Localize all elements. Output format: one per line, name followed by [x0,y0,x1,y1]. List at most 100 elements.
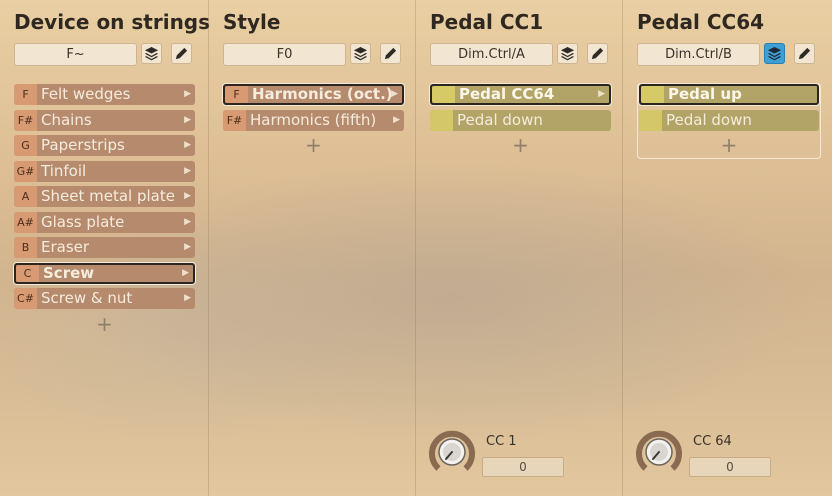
key-label: F [225,86,248,103]
layers-icon [767,46,782,61]
arrow-right-icon: ▶ [182,267,189,278]
item-label: Harmonics (fifth) [250,110,377,129]
layers-button[interactable] [350,43,371,64]
column-style: Style F0 F Harmonics (oct.) ▶ F# Harmoni… [208,0,415,496]
key-label: C# [14,288,37,309]
column-pedal-cc64: Pedal CC64 Dim.Ctrl/B Pedal up Pedal dow… [622,0,829,496]
item-label: Screw & nut [41,289,133,307]
item-label: Pedal up [668,85,742,103]
list-item-selected[interactable]: F Harmonics (oct.) ▶ [223,84,404,105]
cc-label: CC 64 [693,434,732,449]
cc-knob-control: CC 64 0 [635,428,825,478]
selector-field[interactable]: F~ [14,43,137,66]
list-item[interactable]: F# Harmonics (fifth) ▶ [223,109,404,131]
pencil-icon [591,47,604,60]
knob[interactable] [428,428,476,476]
arrow-right-icon: ▶ [184,293,191,303]
articulation-list: F Felt wedges ▶ F# Chains ▶ G Paperstrip… [14,84,195,336]
list-item[interactable]: A# Glass plate ▶ [14,211,195,233]
knob[interactable] [635,428,683,476]
item-label: Pedal CC64 [459,85,555,103]
layers-icon [353,46,368,61]
edit-button[interactable] [171,43,192,64]
selector-field[interactable]: Dim.Ctrl/B [637,43,760,66]
arrow-right-icon: ▶ [184,216,191,227]
add-item-button[interactable]: + [223,135,404,157]
list-item[interactable]: B Eraser ▶ [14,237,195,258]
key-label: A# [14,211,37,233]
key-label: F [14,84,37,105]
item-label: Harmonics (oct.) [252,85,393,103]
list-item[interactable]: Pedal down [430,109,611,131]
column-title: Style [223,10,281,34]
key-label [432,86,455,103]
pencil-icon [384,47,397,60]
item-label: Pedal down [457,110,543,129]
key-label: B [14,237,37,258]
cc-label: CC 1 [486,434,517,449]
item-label: Glass plate [41,212,125,231]
list-item-selected[interactable]: Pedal CC64 ▶ [430,84,611,105]
arrow-right-icon: ▶ [184,165,191,176]
column-pedal-cc1: Pedal CC1 Dim.Ctrl/A Pedal CC64 ▶ Pedal … [415,0,622,496]
articulation-list: Pedal CC64 ▶ Pedal down + [430,84,611,157]
key-label [639,109,662,131]
item-label: Eraser [41,238,90,256]
arrow-right-icon: ▶ [393,114,400,125]
list-item-selected[interactable]: C Screw ▶ [14,262,195,284]
layers-button-active[interactable] [764,43,785,64]
column-title: Pedal CC64 [637,10,765,34]
list-item[interactable]: G# Tinfoil ▶ [14,160,195,182]
add-item-button[interactable]: + [639,135,819,157]
item-label: Sheet metal plate [41,187,175,205]
key-label [430,109,453,131]
layers-icon [144,46,159,61]
key-label: G [14,135,37,156]
list-item[interactable]: C# Screw & nut ▶ [14,288,195,309]
item-label: Felt wedges [41,85,131,103]
arrow-right-icon: ▶ [184,242,191,252]
edit-button[interactable] [587,43,608,64]
list-item[interactable]: A Sheet metal plate ▶ [14,186,195,207]
arrow-right-icon: ▶ [184,191,191,201]
key-label: F# [14,109,37,131]
item-label: Chains [41,110,92,129]
key-label: F# [223,109,246,131]
pencil-icon [798,47,811,60]
item-label: Tinfoil [41,161,87,180]
list-item[interactable]: F Felt wedges ▶ [14,84,195,105]
layers-button[interactable] [141,43,162,64]
articulation-group: Pedal up Pedal down + [637,83,821,159]
item-label: Pedal down [666,110,752,129]
arrow-right-icon: ▶ [184,140,191,150]
list-item[interactable]: F# Chains ▶ [14,109,195,131]
add-item-button[interactable]: + [14,314,195,336]
cc-knob-control: CC 1 0 [428,428,618,478]
cc-value-field[interactable]: 0 [689,457,771,477]
arrow-right-icon: ▶ [184,89,191,99]
arrow-right-icon: ▶ [184,114,191,125]
column-device-on-strings: Device on strings F~ F Felt wedges ▶ F# … [0,0,210,496]
layers-button[interactable] [557,43,578,64]
add-item-button[interactable]: + [430,135,611,157]
column-title: Pedal CC1 [430,10,544,34]
key-label: G# [14,160,37,182]
list-item[interactable]: G Paperstrips ▶ [14,135,195,156]
cc-value-field[interactable]: 0 [482,457,564,477]
edit-button[interactable] [794,43,815,64]
layers-icon [560,46,575,61]
selector-field[interactable]: Dim.Ctrl/A [430,43,553,66]
arrow-right-icon: ▶ [598,89,605,99]
pencil-icon [175,47,188,60]
column-title: Device on strings [14,10,211,34]
edit-button[interactable] [380,43,401,64]
list-item-selected[interactable]: Pedal up [639,84,819,105]
item-label: Paperstrips [41,136,125,154]
list-item[interactable]: Pedal down [639,109,819,131]
selector-field[interactable]: F0 [223,43,346,66]
articulation-list: F Harmonics (oct.) ▶ F# Harmonics (fifth… [223,84,404,157]
key-label: C [16,264,39,282]
arrow-right-icon: ▶ [391,89,398,99]
item-label: Screw [43,263,95,282]
key-label [641,86,664,103]
